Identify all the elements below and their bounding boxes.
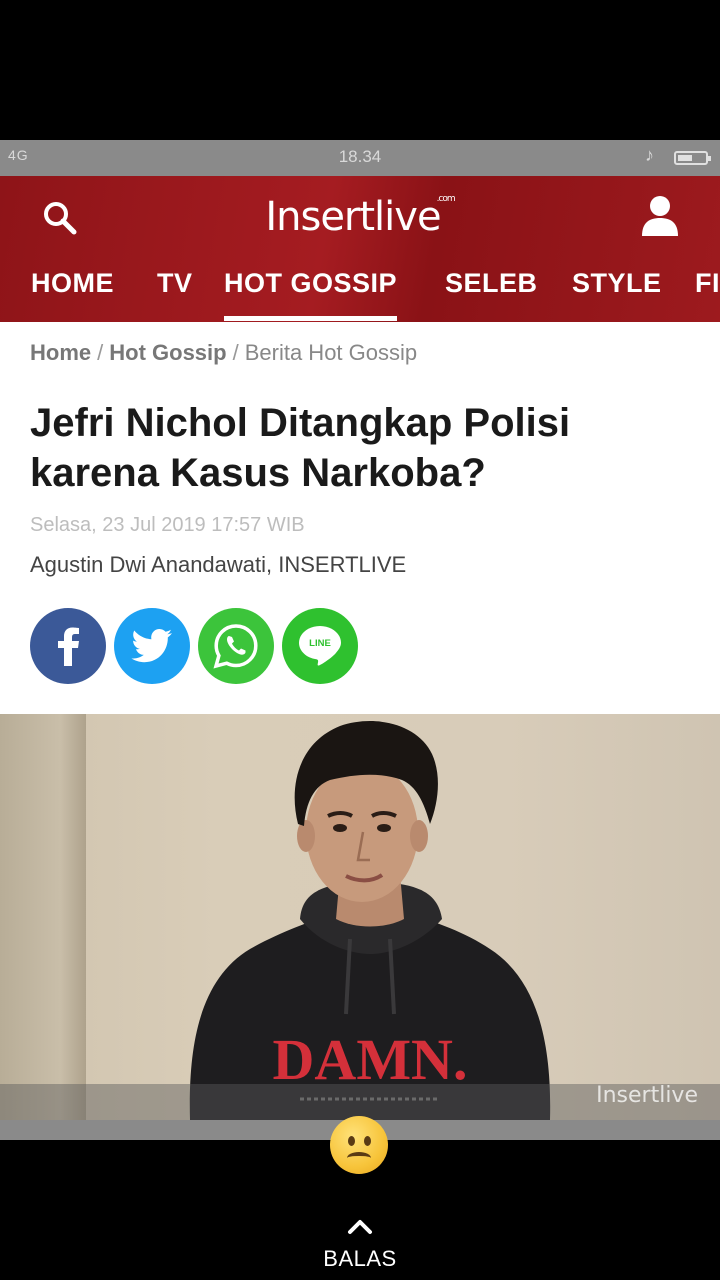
article-date: Selasa, 23 Jul 2019 17:57 WIB <box>30 514 305 536</box>
status-bar: 4G 18.34 ♪ <box>0 140 720 176</box>
breadcrumb: Home / Hot Gossip / Berita Hot Gossip <box>30 340 417 366</box>
emoji-eye <box>364 1136 371 1146</box>
account-button[interactable] <box>640 194 680 238</box>
emoji-mouth <box>347 1152 371 1164</box>
breadcrumb-separator: / <box>232 340 239 365</box>
shirt-text: DAMN. <box>273 1027 468 1092</box>
logo-text: Insertlive <box>265 194 441 240</box>
nav-style[interactable]: STYLE <box>572 266 662 316</box>
breadcrumb-home[interactable]: Home <box>30 340 91 365</box>
share-facebook-button[interactable] <box>30 608 106 684</box>
article-title: Jefri Nichol Ditangkap Polisi karena Kas… <box>30 401 571 495</box>
screenshot-page: 4G 18.34 ♪ Insertlive.com HOME TV HOT GO… <box>0 0 720 1280</box>
article-header: Home / Hot Gossip / Berita Hot Gossip Jefri … <box>0 322 720 714</box>
bell-icon: ♪ <box>645 145 654 165</box>
logo-suffix: .com <box>436 194 456 204</box>
twitter-icon <box>131 629 172 663</box>
nav-home[interactable]: HOME <box>31 266 114 316</box>
reply-label: BALAS <box>323 1246 397 1271</box>
line-logo-text: LINE <box>309 638 331 649</box>
article-author: Agustin Dwi Anandawati, INSERTLIVE <box>30 552 407 577</box>
nav-hot-gossip[interactable]: HOT GOSSIP <box>224 266 398 321</box>
wall-pillar <box>0 714 86 1120</box>
chevron-up-icon <box>348 1220 372 1234</box>
site-header: Insertlive.com HOME TV HOT GOSSIP SELEB … <box>0 176 720 322</box>
photo-watermark: Insertlive <box>596 1083 698 1108</box>
main-nav: HOME TV HOT GOSSIP SELEB STYLE FI <box>0 258 720 322</box>
reply-button[interactable]: BALAS <box>0 1218 720 1272</box>
breadcrumb-hot-gossip[interactable]: Hot Gossip <box>109 340 226 365</box>
emoji-eye <box>348 1136 355 1146</box>
article-photo[interactable]: DAMN. Insertlive <box>0 714 720 1120</box>
line-icon: LINE <box>299 626 341 666</box>
facebook-icon <box>58 627 79 666</box>
whatsapp-icon <box>213 624 258 669</box>
breadcrumb-separator: / <box>97 340 104 365</box>
sad-face-emoji-icon <box>330 1116 388 1174</box>
nav-overflow-item[interactable]: FI <box>695 266 720 316</box>
status-time: 18.34 <box>338 147 382 166</box>
share-whatsapp-button[interactable] <box>198 608 274 684</box>
share-line-button[interactable]: LINE <box>282 608 358 684</box>
site-logo[interactable]: Insertlive.com <box>0 194 720 240</box>
nav-tv[interactable]: TV <box>157 266 193 316</box>
battery-icon <box>674 151 711 165</box>
nav-seleb[interactable]: SELEB <box>445 266 538 316</box>
share-twitter-button[interactable] <box>114 608 190 684</box>
user-icon <box>642 196 678 236</box>
person-illustration: DAMN. <box>189 721 551 1120</box>
breadcrumb-current: Berita Hot Gossip <box>244 340 418 365</box>
